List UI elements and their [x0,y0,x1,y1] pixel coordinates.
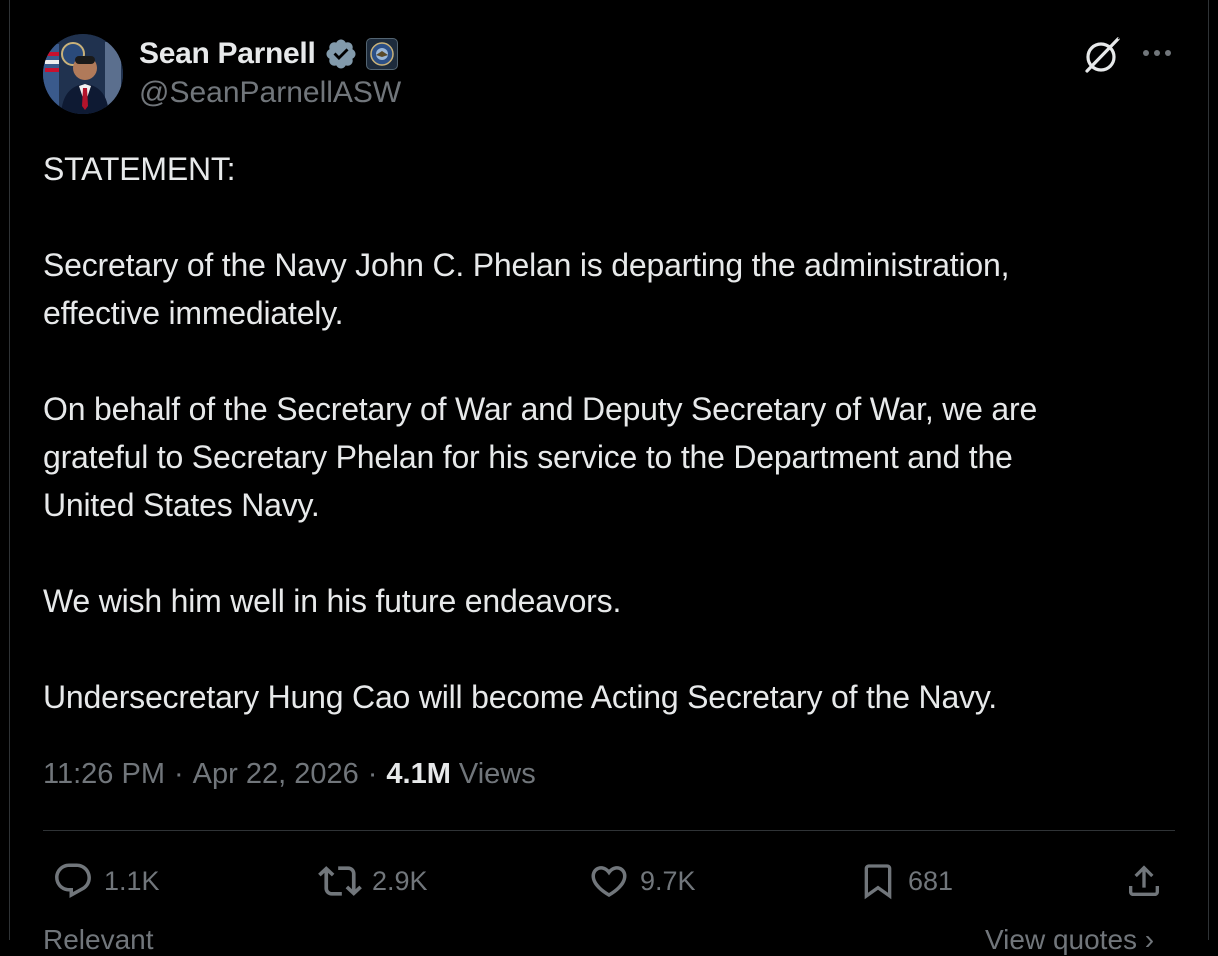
repost-button[interactable]: 2.9K [318,856,428,906]
reply-icon [55,863,91,898]
timeline-border-left [9,0,10,940]
post-line: effective immediately. [43,295,344,331]
more-dot [1154,50,1160,56]
view-quotes-link[interactable]: View quotes › [985,924,1154,956]
post-line: Secretary of the Navy John C. Phelan is … [43,247,1010,283]
like-count: 9.7K [640,865,696,896]
post-line: We wish him well in his future endeavors… [43,583,622,619]
more-dot [1165,50,1171,56]
bookmark-count: 681 [908,865,954,896]
repost-count: 2.9K [372,865,428,896]
views-count: 4.1M [386,758,451,790]
more-dot [1143,50,1149,56]
post-line: United States Navy. [43,487,320,523]
post-paragraph: Undersecretary Hung Cao will become Acti… [43,673,1183,721]
like-button[interactable]: 9.7K [588,856,696,906]
bookmark-button[interactable]: 681 [858,856,953,906]
department-seal-icon[interactable] [365,38,398,70]
post-text: STATEMENT: Secretary of the Navy John C.… [43,145,1183,721]
verified-badge-icon[interactable] [324,37,358,71]
repost-icon [318,866,362,896]
post-paragraph: We wish him well in his future endeavors… [43,577,1183,625]
post-paragraph: Secretary of the Navy John C. Phelan is … [43,241,1183,337]
post-line: grateful to Secretary Phelan for his ser… [43,439,1013,475]
sort-relevant-label[interactable]: Relevant [43,924,154,956]
post-time[interactable]: 11:26 PM [43,758,165,791]
meta-separator: · [173,758,184,790]
bookmark-icon [864,864,892,900]
avatar[interactable] [43,34,123,114]
reply-count: 1.1K [104,865,160,896]
post-line: On behalf of the Secretary of War and De… [43,391,1038,427]
heart-icon [591,866,627,898]
divider [43,830,1175,831]
share-icon [1129,865,1159,896]
meta-separator: · [367,758,378,790]
reply-button[interactable]: 1.1K [52,856,160,906]
post-meta: 11:26 PM · Apr 22, 2026 · 4.1M Views [43,758,536,791]
post-date[interactable]: Apr 22, 2026 [193,758,359,791]
timeline-border-right [1208,0,1209,940]
author-name-row: Sean Parnell [139,36,398,72]
views-label: Views [458,758,536,790]
author-handle[interactable]: @SeanParnellASW [139,76,401,110]
post-paragraph: On behalf of the Secretary of War and De… [43,385,1183,529]
post-paragraph: STATEMENT: [43,145,1183,193]
display-name[interactable]: Sean Parnell [139,37,316,71]
share-button[interactable] [1124,856,1164,906]
post-line: STATEMENT: [43,151,236,187]
grok-icon[interactable] [1080,33,1124,77]
more-icon[interactable] [1138,38,1176,68]
post-line: Undersecretary Hung Cao will become Acti… [43,679,997,715]
